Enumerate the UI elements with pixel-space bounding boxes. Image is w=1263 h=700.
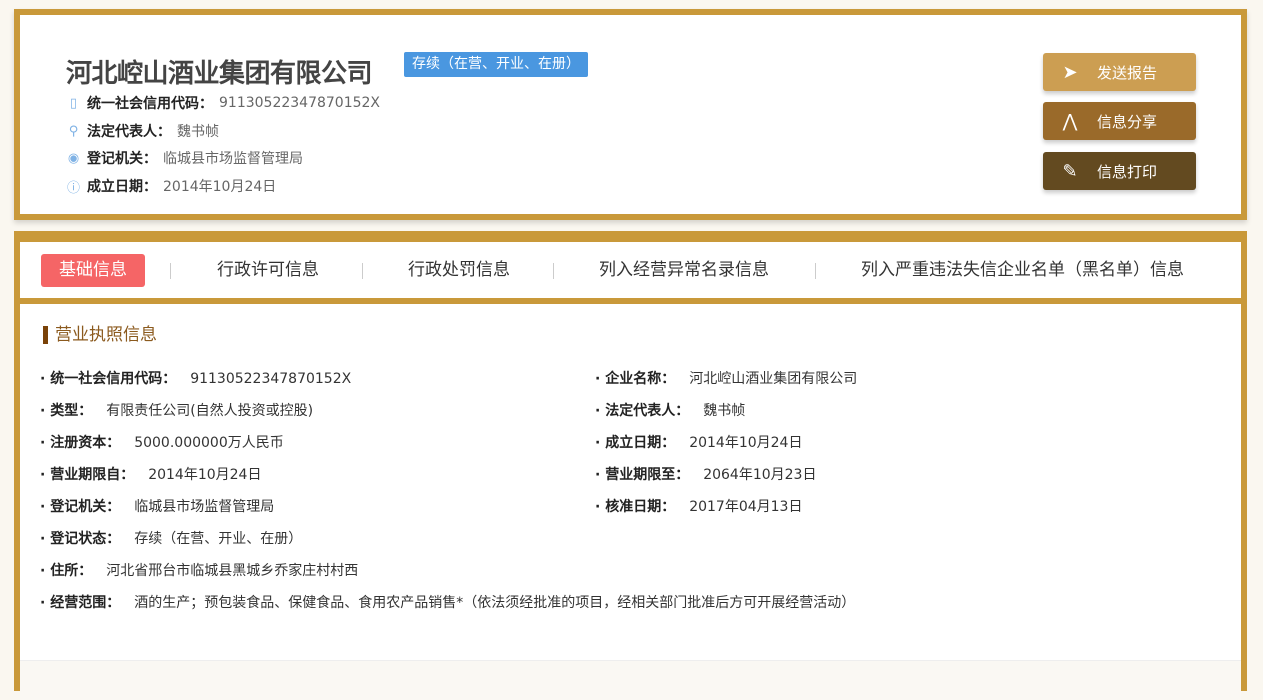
info-row: 类型： 有限责任公司(自然人投资或控股) — [40, 400, 313, 420]
tab-divider — [362, 263, 363, 279]
field-label: 注册资本： — [40, 435, 120, 451]
company-name: 河北崆山酒业集团有限公司 — [66, 59, 373, 89]
info-row: 营业期限至： 2064年10月23日 — [595, 464, 816, 484]
field-label: 法定代表人： — [595, 403, 689, 419]
field-value: 2014年10月24日 — [148, 467, 262, 483]
section-title: 营业执照信息 — [43, 326, 157, 344]
meta-authority: ◉ 登记机关： 临城县市场监督管理局 — [67, 150, 303, 168]
field-label: 企业名称： — [595, 371, 675, 387]
tab-admin-license[interactable]: 行政许可信息 — [217, 254, 319, 287]
tab-divider — [815, 263, 816, 279]
meta-legal-rep: ⚲ 法定代表人： 魏书帧 — [66, 121, 219, 141]
field-value: 2064年10月23日 — [703, 467, 817, 483]
footer-area — [20, 660, 1241, 700]
field-label: 登记状态： — [40, 531, 120, 547]
status-badge: 存续（在营、开业、在册） — [404, 52, 588, 77]
license-info-panel: 营业执照信息 统一社会信用代码： 91130522347870152X 类型： 有限责… — [20, 304, 1241, 660]
field-label: 成立日期： — [595, 435, 675, 451]
detail-card: 基础信息 行政许可信息 行政处罚信息 列入经营异常名录信息 列入严重违法失信企业… — [14, 231, 1247, 700]
field-label: 统一社会信用代码： — [40, 371, 176, 387]
field-label: 营业期限至： — [595, 467, 689, 483]
location-icon: ◉ — [67, 150, 80, 166]
field-value: 2014年10月24日 — [689, 435, 803, 451]
info-icon: ⓘ — [66, 180, 80, 196]
tab-divider — [553, 263, 554, 279]
info-row: 登记机关： 临城县市场监督管理局 — [40, 496, 274, 516]
field-value: 河北崆山酒业集团有限公司 — [689, 371, 858, 387]
book-icon: ▯ — [69, 95, 78, 111]
meta-credit-code: ▯ 统一社会信用代码： 91130522347870152X — [66, 93, 380, 113]
field-value: 5000.000000万人民币 — [134, 435, 284, 451]
info-row: 统一社会信用代码： 91130522347870152X — [40, 368, 351, 388]
info-row: 核准日期： 2017年04月13日 — [595, 496, 802, 516]
info-row: 登记状态： 存续（在营、开业、在册） — [40, 528, 302, 548]
tab-basic-info[interactable]: 基础信息 — [41, 254, 145, 287]
info-row: 企业名称： 河北崆山酒业集团有限公司 — [595, 368, 857, 388]
field-value: 有限责任公司(自然人投资或控股) — [106, 403, 314, 419]
share-icon: ⋀ — [1062, 110, 1078, 132]
share-button[interactable]: ⋀ 信息分享 — [1043, 102, 1196, 140]
field-value: 存续（在营、开业、在册） — [134, 531, 303, 547]
field-value: 河北省邢台市临城县黑城乡乔家庄村村西 — [106, 563, 359, 579]
tab-blacklist[interactable]: 列入严重违法失信企业名单（黑名单）信息 — [861, 254, 1184, 287]
tab-divider — [170, 263, 171, 279]
field-label: 经营范围： — [40, 595, 120, 611]
info-row: 注册资本： 5000.000000万人民币 — [40, 432, 284, 452]
info-row: 经营范围： 酒的生产；预包装食品、保健食品、食用农产品销售*（依法须经批准的项目，… — [40, 592, 855, 612]
field-label: 登记机关： — [40, 499, 120, 515]
field-value: 91130522347870152X — [190, 371, 352, 387]
info-row: 法定代表人： 魏书帧 — [595, 400, 745, 420]
info-row: 营业期限自： 2014年10月24日 — [40, 464, 261, 484]
user-icon: ⚲ — [68, 123, 79, 139]
field-label: 类型： — [40, 403, 92, 419]
print-button[interactable]: ✎ 信息打印 — [1043, 152, 1196, 190]
field-value: 酒的生产；预包装食品、保健食品、食用农产品销售*（依法须经批准的项目，经相关部门… — [134, 595, 856, 611]
send-report-button[interactable]: ➤ 发送报告 — [1043, 53, 1196, 91]
info-row: 住所： 河北省邢台市临城县黑城乡乔家庄村村西 — [40, 560, 358, 580]
tab-admin-penalty[interactable]: 行政处罚信息 — [408, 254, 510, 287]
meta-founded: ⓘ 成立日期： 2014年10月24日 — [66, 179, 277, 196]
field-label: 营业期限自： — [40, 467, 134, 483]
field-value: 2017年04月13日 — [689, 499, 803, 515]
field-value: 临城县市场监督管理局 — [134, 499, 275, 515]
company-header-card: 河北崆山酒业集团有限公司 存续（在营、开业、在册） ▯ 统一社会信用代码： 9113… — [14, 9, 1247, 220]
field-label: 核准日期： — [595, 499, 675, 515]
pencil-icon: ✎ — [1062, 160, 1078, 182]
tab-bar: 基础信息 行政许可信息 行政处罚信息 列入经营异常名录信息 列入严重违法失信企业… — [20, 242, 1241, 298]
tab-abnormal-list[interactable]: 列入经营异常名录信息 — [599, 254, 769, 287]
info-row: 成立日期： 2014年10月24日 — [595, 432, 802, 452]
field-value: 魏书帧 — [703, 403, 746, 419]
field-label: 住所： — [40, 563, 92, 579]
paper-plane-icon: ➤ — [1062, 61, 1078, 83]
